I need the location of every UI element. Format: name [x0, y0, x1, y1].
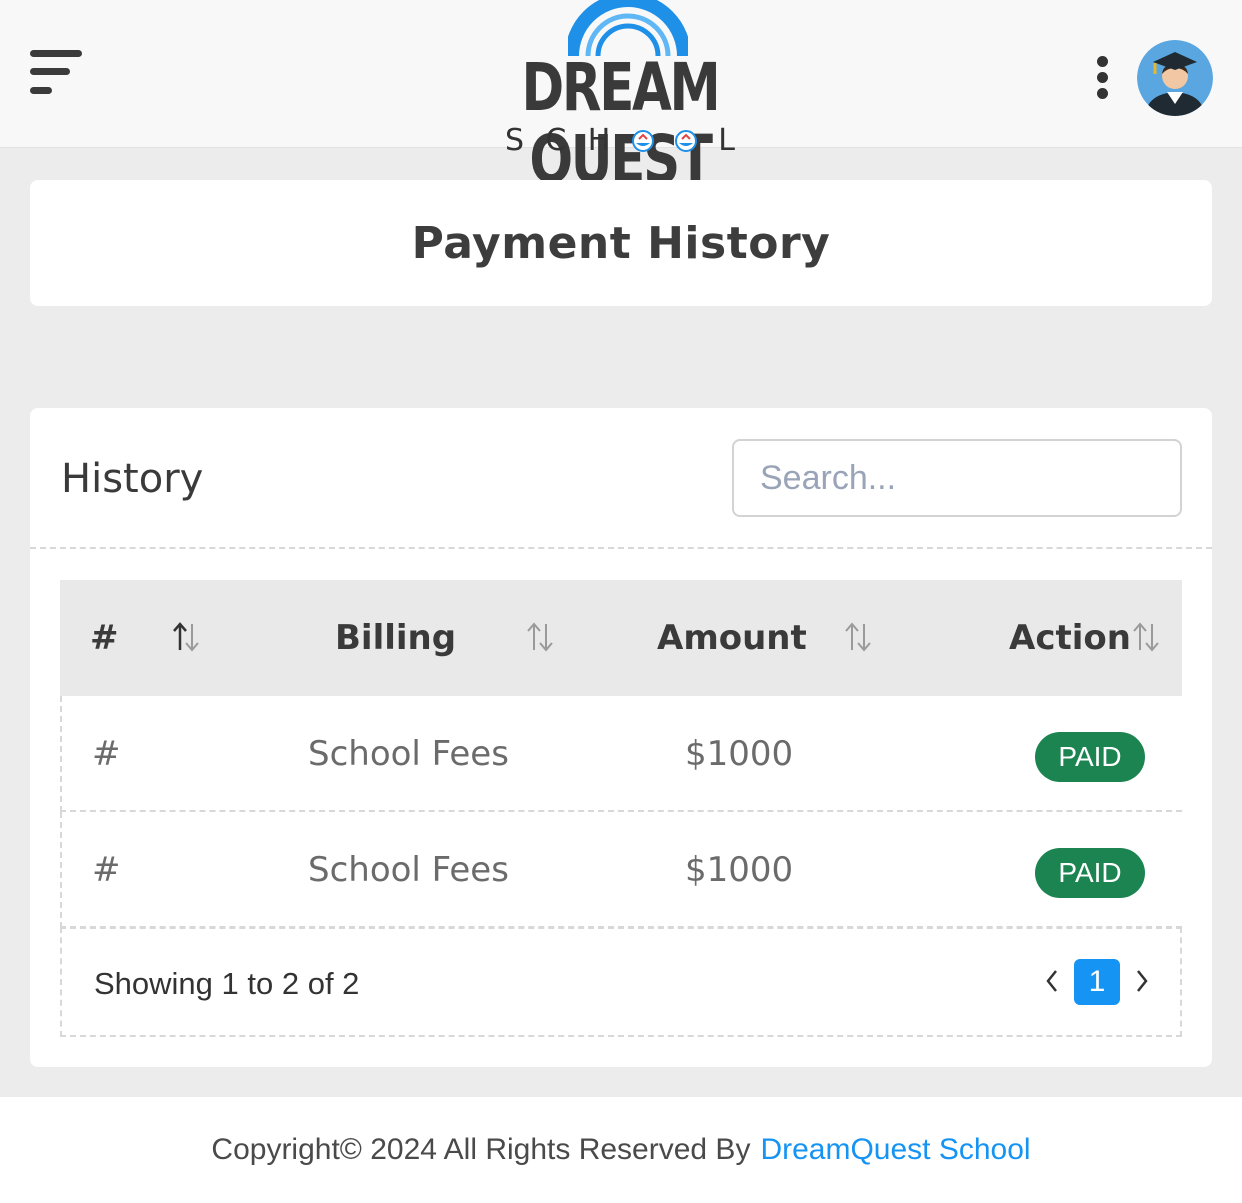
page-footer: Copyright© 2024 All Rights Reserved By D…	[0, 1097, 1242, 1203]
table-pagination-bar: Showing 1 to 2 of 2 1	[60, 927, 1182, 1037]
chevron-right-icon[interactable]	[1132, 965, 1152, 997]
logo-subtitle: S C H L	[505, 124, 735, 158]
column-header-label: #	[90, 618, 119, 658]
cell-billing: School Fees	[308, 734, 509, 774]
kebab-menu-icon[interactable]	[1097, 56, 1111, 100]
showing-entries-text: Showing 1 to 2 of 2	[94, 966, 360, 1001]
top-navbar: DREAM QUEST S C H L	[0, 0, 1242, 196]
cell-amount: $1000	[685, 734, 794, 774]
cell-billing: School Fees	[308, 850, 509, 890]
cell-number: #	[92, 850, 121, 890]
user-avatar[interactable]	[1137, 40, 1213, 116]
column-header-label: Action	[1009, 618, 1131, 658]
page-title-card: Payment History	[30, 180, 1212, 306]
column-header-label: Amount	[657, 618, 807, 658]
paid-status-badge[interactable]: PAID	[1035, 732, 1145, 782]
graduate-avatar-icon	[1137, 40, 1213, 116]
column-header-billing[interactable]: Billing	[335, 580, 456, 696]
logo-sub-letter: C	[545, 123, 567, 158]
history-heading: History	[61, 456, 204, 502]
logo-sub-letter: L	[718, 123, 735, 158]
pagination-page-button[interactable]: 1	[1074, 959, 1120, 1005]
table-row: # School Fees $1000 PAID	[60, 812, 1182, 928]
logo-sub-letter: H	[587, 123, 611, 158]
sort-icon[interactable]	[170, 620, 202, 654]
hamburger-menu-icon[interactable]	[30, 50, 84, 96]
logo-globe-icon	[674, 130, 697, 152]
copyright-text: Copyright© 2024 All Rights Reserved By	[211, 1133, 751, 1166]
chevron-left-icon[interactable]	[1042, 965, 1062, 997]
sort-icon[interactable]	[1130, 620, 1162, 654]
cell-number: #	[92, 734, 121, 774]
sort-icon[interactable]	[842, 620, 874, 654]
logo-globe-icon	[631, 130, 654, 152]
card-divider	[30, 547, 1212, 549]
column-header-label: Billing	[335, 618, 457, 658]
table-header: # Billing Amount Action	[60, 580, 1182, 696]
column-header-action[interactable]: Action	[1009, 580, 1131, 696]
search-input[interactable]	[732, 439, 1182, 517]
column-header-amount[interactable]: Amount	[657, 580, 807, 696]
paid-status-badge[interactable]: PAID	[1035, 848, 1145, 898]
column-header-number[interactable]: #	[90, 580, 119, 696]
sort-icon[interactable]	[524, 620, 556, 654]
cell-amount: $1000	[685, 850, 794, 890]
logo-sub-letter: S	[505, 123, 525, 158]
footer-school-link[interactable]: DreamQuest School	[760, 1133, 1030, 1167]
page-title: Payment History	[411, 217, 831, 269]
table-row: # School Fees $1000 PAID	[60, 696, 1182, 812]
school-logo[interactable]: DREAM QUEST S C H L	[420, 0, 820, 196]
history-card: History # Billing Amount Action	[30, 408, 1212, 1067]
